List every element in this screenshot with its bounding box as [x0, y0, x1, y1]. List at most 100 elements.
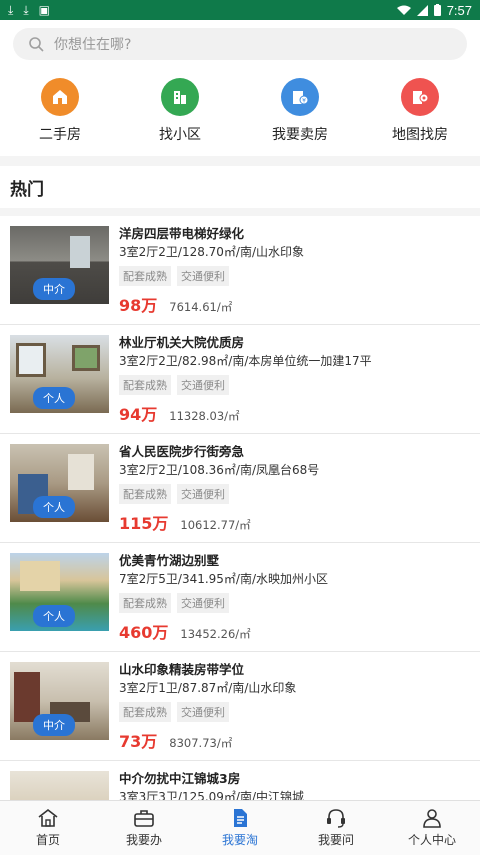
listing-desc: 3室2厅2卫/108.36㎡/南/凤凰台68号 [119, 463, 320, 477]
listing-info: 林业厅机关大院优质房 3室2厅2卫/82.98㎡/南/本房单位统一加建17平 配… [119, 335, 470, 433]
user-icon [423, 809, 441, 828]
tag: 配套成熟 [119, 702, 171, 722]
briefcase-icon [134, 810, 154, 827]
tag: 交通便利 [177, 593, 229, 613]
tag: 交通便利 [177, 375, 229, 395]
listing-title: 山水印象精装房带学位 [119, 662, 245, 677]
wifi-icon [396, 5, 411, 15]
tag: 交通便利 [177, 702, 229, 722]
search-input[interactable]: 你想住在哪? [13, 28, 467, 60]
tag: 配套成熟 [119, 375, 171, 395]
listing-desc: 3室2厅2卫/128.70㎡/南/山水印象 [119, 245, 305, 259]
listing-info: 山水印象精装房带学位 3室2厅1卫/87.87㎡/南/山水印象 配套成熟 交通便… [119, 662, 470, 760]
signal-icon [416, 4, 428, 16]
total-price: 115万 [119, 514, 169, 533]
listing-photo: 个人 [10, 335, 109, 413]
document-icon [234, 809, 247, 827]
bottom-tab-bar: 首页 我要办 我要淘 我要问 个人中心 [0, 800, 480, 855]
quick-nav: 二手房 找小区 ¥ 我要卖房 地图找房 [0, 72, 480, 156]
home-icon [38, 808, 58, 827]
tag: 交通便利 [177, 484, 229, 504]
listing-title: 优美青竹湖边别墅 [119, 553, 220, 568]
unit-price: 13452.26/㎡ [180, 627, 251, 641]
map-icon [401, 78, 439, 116]
listing-prices: 73万 8307.73/㎡ [119, 728, 470, 752]
list-item[interactable]: 个人 省人民医院步行街旁急 3室2厅2卫/108.36㎡/南/凤凰台68号 配套… [0, 434, 480, 543]
tag: 配套成熟 [119, 593, 171, 613]
listing-list: 中介 洋房四层带电梯好绿化 3室2厅2卫/128.70㎡/南/山水印象 配套成熟… [0, 216, 480, 855]
listing-tags: 配套成熟 交通便利 [119, 375, 470, 395]
quick-label: 地图找房 [392, 127, 448, 143]
tab-label: 个人中心 [407, 833, 456, 847]
quick-find-community[interactable]: 找小区 [120, 78, 240, 144]
listing-title: 洋房四层带电梯好绿化 [119, 226, 245, 241]
unit-price: 10612.77/㎡ [180, 518, 251, 532]
buildings-icon [161, 78, 199, 116]
search-icon [29, 37, 44, 52]
listing-tags: 配套成熟 交通便利 [119, 702, 470, 722]
download-icon: ⤓ [23, 3, 29, 17]
tab-handle[interactable]: 我要办 [96, 801, 192, 855]
status-left: ⤓ ⤓ ▣ [8, 4, 50, 16]
tab-ask[interactable]: 我要问 [288, 801, 384, 855]
list-item[interactable]: 中介 山水印象精装房带学位 3室2厅1卫/87.87㎡/南/山水印象 配套成熟 … [0, 652, 480, 761]
total-price: 94万 [119, 405, 158, 424]
status-right: 7:57 [396, 2, 472, 18]
listing-desc: 3室2厅2卫/82.98㎡/南/本房单位统一加建17平 [119, 354, 372, 368]
tab-label: 我要淘 [221, 833, 258, 847]
listing-prices: 460万 13452.26/㎡ [119, 619, 470, 643]
tab-profile[interactable]: 个人中心 [384, 801, 480, 855]
list-item[interactable]: 中介 洋房四层带电梯好绿化 3室2厅2卫/128.70㎡/南/山水印象 配套成熟… [0, 216, 480, 325]
listing-title: 省人民医院步行街旁急 [119, 444, 245, 459]
total-price: 73万 [119, 732, 158, 751]
tab-label: 我要办 [125, 833, 162, 847]
quick-label: 二手房 [39, 127, 81, 143]
tag: 配套成熟 [119, 266, 171, 286]
total-price: 460万 [119, 623, 169, 642]
sell-icon: ¥ [281, 78, 319, 116]
listing-desc: 7室2厅5卫/341.95㎡/南/水映加州小区 [119, 572, 329, 586]
house-icon [41, 78, 79, 116]
unit-price: 7614.61/㎡ [169, 300, 233, 314]
listing-title: 林业厅机关大院优质房 [119, 335, 245, 350]
list-item[interactable]: 个人 优美青竹湖边别墅 7室2厅5卫/341.95㎡/南/水映加州小区 配套成熟… [0, 543, 480, 652]
agent-badge: 个人 [33, 605, 75, 627]
clock: 7:57 [446, 2, 472, 18]
search-area: 你想住在哪? [0, 20, 480, 72]
photo-icon: ▣ [38, 3, 50, 17]
listing-photo: 中介 [10, 662, 109, 740]
listing-photo: 个人 [10, 444, 109, 522]
battery-icon [433, 4, 441, 16]
agent-badge: 个人 [33, 387, 75, 409]
unit-price: 8307.73/㎡ [169, 736, 233, 750]
agent-badge: 中介 [33, 278, 75, 300]
total-price: 98万 [119, 296, 158, 315]
tab-label: 首页 [35, 833, 60, 847]
tag: 交通便利 [177, 266, 229, 286]
quick-second-hand[interactable]: 二手房 [0, 78, 120, 144]
tab-home[interactable]: 首页 [0, 801, 96, 855]
listing-photo: 中介 [10, 226, 109, 304]
quick-sell-house[interactable]: ¥ 我要卖房 [240, 78, 360, 144]
tab-label: 我要问 [317, 833, 354, 847]
section-title: 热门 [0, 166, 480, 208]
listing-tags: 配套成熟 交通便利 [119, 266, 470, 286]
tag: 配套成熟 [119, 484, 171, 504]
listing-prices: 115万 10612.77/㎡ [119, 510, 470, 534]
listing-prices: 98万 7614.61/㎡ [119, 292, 470, 316]
search-placeholder: 你想住在哪? [54, 37, 132, 53]
quick-label: 找小区 [159, 127, 201, 143]
list-item[interactable]: 个人 林业厅机关大院优质房 3室2厅2卫/82.98㎡/南/本房单位统一加建17… [0, 325, 480, 434]
listing-info: 洋房四层带电梯好绿化 3室2厅2卫/128.70㎡/南/山水印象 配套成熟 交通… [119, 226, 470, 324]
quick-map-search[interactable]: 地图找房 [360, 78, 480, 144]
listing-desc: 3室2厅1卫/87.87㎡/南/山水印象 [119, 681, 297, 695]
listing-title: 中介勿扰中江锦城3房 [119, 771, 241, 786]
download-icon: ⤓ [8, 3, 14, 17]
listing-photo: 个人 [10, 553, 109, 631]
agent-badge: 个人 [33, 496, 75, 518]
listing-tags: 配套成熟 交通便利 [119, 593, 470, 613]
svg-text:¥: ¥ [302, 98, 306, 105]
status-bar: ⤓ ⤓ ▣ 7:57 [0, 0, 480, 20]
tab-browse[interactable]: 我要淘 [192, 801, 288, 855]
listing-prices: 94万 11328.03/㎡ [119, 401, 470, 425]
